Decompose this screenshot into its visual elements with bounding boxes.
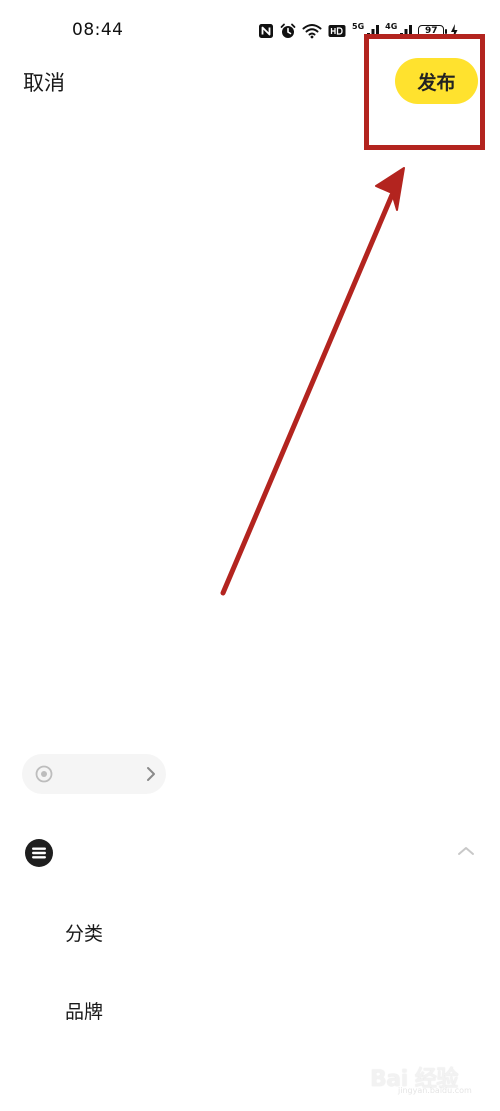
post-content-input[interactable] xyxy=(23,125,478,725)
net-4g-label: 4G xyxy=(385,22,398,31)
location-icon xyxy=(34,764,54,788)
status-bar: 08:44 5G 4G 97 xyxy=(0,0,500,62)
watermark-url: jingyan.baidu.com xyxy=(398,1086,472,1095)
alarm-icon xyxy=(280,23,296,39)
battery-indicator: 97 xyxy=(418,24,448,38)
category-option[interactable]: 分类 xyxy=(65,919,103,946)
status-time: 08:44 xyxy=(72,20,124,40)
chevron-right-icon xyxy=(145,766,157,786)
brand-option[interactable]: 品牌 xyxy=(65,997,103,1024)
publish-button[interactable]: 发布 xyxy=(395,58,478,104)
status-icons: 5G 4G 97 xyxy=(258,21,458,41)
chevron-up-icon[interactable] xyxy=(455,843,477,863)
nfc-icon xyxy=(258,23,274,39)
watermark-logo: Bai 经验 jingyan.baidu.com xyxy=(370,1055,492,1095)
options-list-icon xyxy=(24,838,54,872)
signal-icon xyxy=(367,24,380,39)
net-5g-label: 5G xyxy=(352,22,365,31)
wifi-icon xyxy=(302,23,322,39)
cancel-button[interactable]: 取消 xyxy=(23,67,65,97)
signal-icon xyxy=(400,24,413,39)
watermark-text: Bai 经验 xyxy=(370,1067,458,1092)
hd-icon xyxy=(328,24,346,38)
publish-screen: 08:44 5G 4G 97 取消 发布 分类 品牌 Bai 经验 jingya… xyxy=(0,0,500,1111)
charging-icon xyxy=(450,23,458,39)
location-chip[interactable] xyxy=(22,754,166,794)
